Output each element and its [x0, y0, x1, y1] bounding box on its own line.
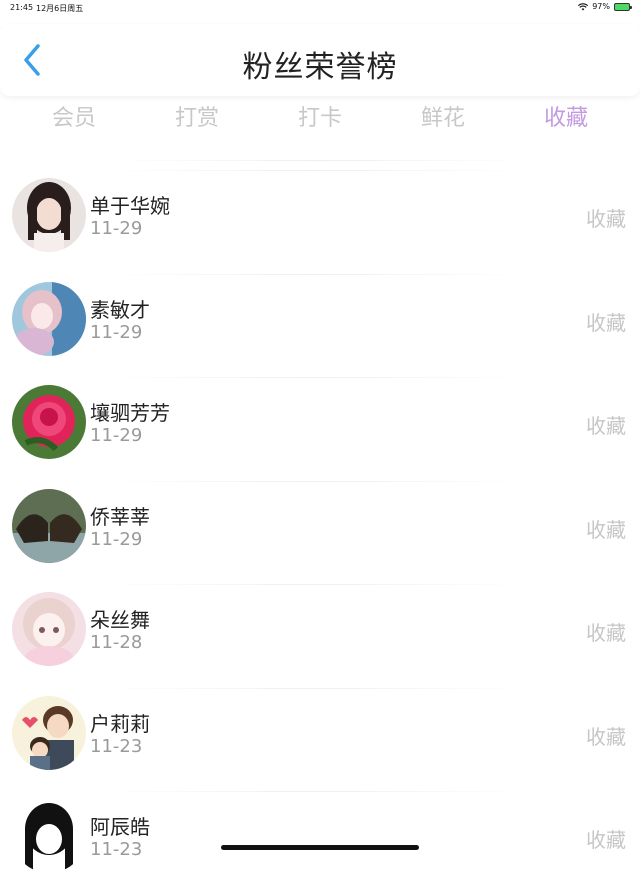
divider: [100, 687, 530, 689]
battery-percent: 97%: [592, 2, 610, 11]
divider: [100, 273, 530, 275]
battery-icon: [614, 2, 632, 11]
tab-reward[interactable]: 打赏: [147, 100, 247, 132]
divider: [100, 584, 530, 585]
avatar[interactable]: [12, 281, 86, 356]
fan-type-label: 收藏: [586, 724, 626, 749]
fan-name: 阿辰皓: [90, 815, 150, 839]
list-item[interactable]: 单于华婉 11-29 收藏: [0, 170, 640, 274]
fan-name: 朵丝舞: [90, 608, 150, 632]
avatar[interactable]: [12, 488, 86, 563]
girl-photo-icon: [12, 178, 86, 252]
divider: [100, 170, 530, 171]
fan-name: 单于华婉: [90, 194, 170, 218]
rose-icon: [12, 385, 86, 459]
fan-name: 户莉莉: [90, 711, 150, 736]
cartoon-couple-icon: [12, 695, 86, 770]
bw-girl-icon: [12, 799, 86, 873]
list-item[interactable]: 朵丝舞 11-28 收藏: [0, 584, 640, 688]
avatar[interactable]: [12, 178, 86, 252]
navigation-bar: 粉丝荣誉榜: [0, 24, 640, 96]
fan-date: 11-29: [90, 218, 143, 239]
fan-type-label: 收藏: [586, 414, 626, 438]
status-bar: 21:45 12月6日周五 97%: [0, 0, 640, 16]
tab-member[interactable]: 会员: [24, 100, 124, 132]
anime-girl-icon: [12, 281, 86, 356]
tab-bar: 会员 打赏 打卡 鲜花 收藏: [0, 100, 640, 140]
avatar[interactable]: [12, 695, 86, 770]
avatar[interactable]: [12, 592, 86, 666]
home-indicator[interactable]: [221, 845, 419, 850]
avatar[interactable]: [12, 799, 86, 873]
fan-date: 11-23: [90, 735, 143, 757]
list-item[interactable]: 阿辰皓 11-23 收藏: [0, 791, 640, 895]
fan-type-label: 收藏: [586, 621, 626, 645]
tab-checkin[interactable]: 打卡: [270, 100, 370, 132]
fan-type-label: 收藏: [586, 828, 626, 852]
fan-type-label: 收藏: [586, 310, 626, 335]
divider: [100, 480, 530, 482]
list-item[interactable]: 户莉莉 11-23 收藏: [0, 687, 640, 792]
list-item[interactable]: 壤驷芳芳 11-29 收藏: [0, 377, 640, 481]
fan-type-label: 收藏: [586, 207, 626, 231]
fan-type-label: 收藏: [586, 517, 626, 542]
wifi-icon: [578, 2, 589, 10]
divider: [110, 160, 530, 161]
tab-flowers[interactable]: 鲜花: [393, 100, 493, 132]
fan-date: 11-23: [90, 839, 143, 860]
list-item[interactable]: 素敏才 11-29 收藏: [0, 273, 640, 378]
fan-date: 11-28: [90, 632, 143, 653]
status-date: 12月6日周五: [36, 4, 84, 13]
fan-name: 侨莘莘: [90, 504, 150, 529]
sea-lions-icon: [12, 488, 86, 563]
fan-name: 素敏才: [90, 297, 150, 322]
status-time: 21:45: [10, 3, 34, 12]
status-right: 97%: [578, 2, 632, 11]
fan-date: 11-29: [90, 528, 143, 550]
pastel-girl-icon: [12, 592, 86, 666]
list-item[interactable]: 侨莘莘 11-29 收藏: [0, 480, 640, 585]
tab-favorites[interactable]: 收藏: [516, 100, 616, 132]
fan-date: 11-29: [90, 425, 143, 446]
fan-name: 壤驷芳芳: [90, 401, 170, 425]
fan-date: 11-29: [90, 321, 143, 343]
divider: [100, 377, 530, 378]
fan-list: 单于华婉 11-29 收藏 素敏才 11-29 收藏 壤驷芳芳 11-29 收藏…: [0, 170, 640, 895]
divider: [100, 791, 530, 792]
avatar[interactable]: [12, 385, 86, 459]
page-title: 粉丝荣誉榜: [242, 50, 398, 85]
